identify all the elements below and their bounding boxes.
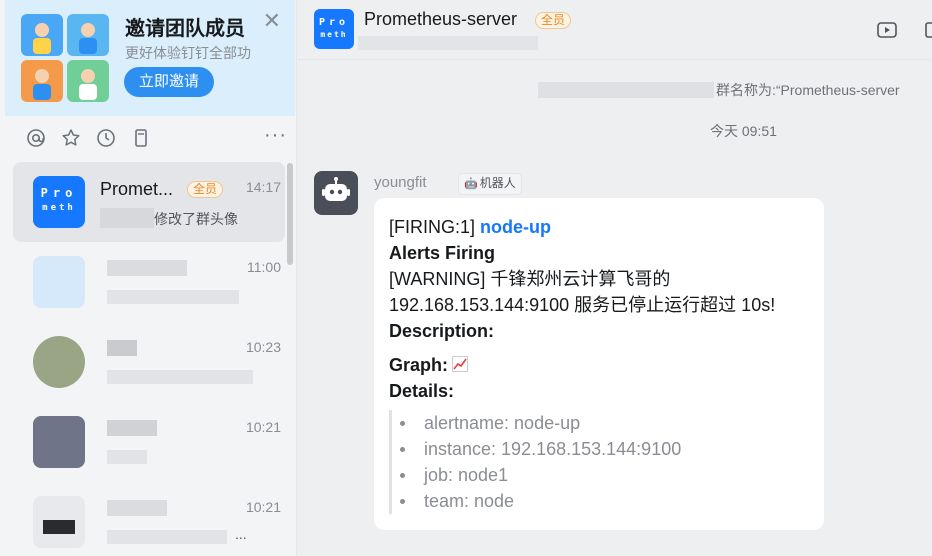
all-staff-badge: 全员	[187, 181, 224, 198]
conversation-list: Pro meth Promet... 全员 14:17 修改了群头像 11:00…	[5, 160, 287, 556]
avatar	[33, 336, 85, 388]
conversation-preview: ...	[235, 526, 247, 542]
invite-banner: 邀请团队成员 更好体验钉钉全部功 立即邀请 ✕	[5, 0, 295, 116]
robot-tag-label: 机器人	[479, 176, 516, 190]
history-icon[interactable]	[95, 128, 117, 150]
chat-title[interactable]: Prometheus-server	[364, 9, 517, 30]
avatar	[33, 496, 85, 548]
warning-line-1: [WARNING] 千锋郑州云计算飞哥的	[389, 269, 671, 289]
conversation-item[interactable]: 10:23	[13, 322, 285, 402]
detail-item: job: node1	[400, 462, 808, 488]
description-label: Description:	[389, 321, 495, 341]
chat-panel: Pro meth Prometheus-server 全员 群名称为:“Prom…	[298, 0, 932, 556]
group-avatar: Pro meth	[33, 176, 85, 228]
blurred-name	[107, 500, 167, 516]
message-timestamp: 今天 09:51	[710, 123, 777, 139]
conversation-time: 10:21	[245, 419, 281, 435]
conversation-item-prometheus[interactable]: Pro meth Promet... 全员 14:17 修改了群头像	[13, 162, 285, 242]
avatar	[33, 416, 85, 468]
details-list: alertname: node-up instance: 192.168.153…	[400, 410, 808, 514]
detail-item: instance: 192.168.153.144:9100	[400, 436, 808, 462]
blurred-notice-prefix	[538, 82, 714, 98]
blurred-preview	[107, 290, 239, 304]
conversation-item[interactable]: 10:21	[13, 402, 285, 482]
blurred-preview	[107, 450, 147, 464]
alert-link[interactable]: node-up	[480, 217, 551, 237]
at-icon[interactable]	[25, 128, 47, 150]
conversation-item[interactable]: 10:21 ...	[13, 482, 285, 556]
sidebar-toolbar: ···	[5, 124, 295, 156]
blurred-name	[107, 420, 157, 436]
chat-header: Pro meth Prometheus-server 全员	[298, 0, 932, 60]
sidebar-scrollbar[interactable]	[287, 163, 293, 265]
robot-icon: 🤖	[464, 178, 478, 190]
firing-prefix: [FIRING:1]	[389, 217, 481, 237]
firing-line: [FIRING:1] node-up	[389, 214, 808, 240]
all-staff-badge: 全员	[535, 12, 572, 29]
more-options-icon[interactable]: ···	[264, 124, 287, 147]
detail-item: team: node	[400, 488, 808, 514]
window-icon[interactable]	[920, 20, 932, 40]
conversation-preview: 修改了群头像	[154, 211, 238, 227]
alert-message-bubble[interactable]: [FIRING:1] node-up Alerts Firing [WARNIN…	[374, 198, 824, 530]
avatar-line-2: meth	[42, 203, 76, 213]
star-icon[interactable]	[60, 128, 82, 150]
robot-avatar[interactable]	[314, 171, 358, 215]
blurred-name	[107, 340, 137, 356]
graph-line: Graph:	[389, 352, 808, 378]
blurred-sender	[100, 208, 154, 228]
avatar	[33, 256, 85, 308]
details-quote: alertname: node-up instance: 192.168.153…	[389, 410, 808, 514]
avatar-line-1: Pro	[40, 186, 78, 200]
blurred-preview	[107, 370, 253, 384]
invite-subtitle: 更好体验钉钉全部功	[125, 45, 251, 61]
conversation-item[interactable]: 11:00	[13, 242, 285, 322]
detail-item: alertname: node-up	[400, 410, 808, 436]
conversation-sidebar: 邀请团队成员 更好体验钉钉全部功 立即邀请 ✕ ··· Pro meth Pro…	[0, 0, 297, 556]
avatar-line-1: Pro	[318, 17, 350, 28]
blurred-preview	[107, 530, 227, 544]
system-notice: 群名称为:“Prometheus-server	[716, 82, 900, 98]
close-icon[interactable]: ✕	[263, 8, 281, 34]
details-label: Details:	[389, 381, 455, 401]
avatar-line-2: meth	[320, 30, 348, 39]
blurred-name	[107, 260, 187, 276]
alerts-heading: Alerts Firing	[389, 243, 496, 263]
graph-label: Graph:	[389, 355, 449, 375]
warning-line-2: 192.168.153.144:9100 服务已停止运行超过 10s!	[389, 295, 776, 315]
invite-now-button[interactable]: 立即邀请	[124, 67, 214, 97]
robot-tag: 🤖 机器人	[458, 173, 522, 195]
chart-increasing-icon[interactable]	[452, 353, 469, 372]
conversation-time: 10:21	[245, 499, 281, 515]
video-icon[interactable]	[876, 20, 900, 40]
conversation-time: 14:17	[245, 179, 281, 195]
group-avatar[interactable]: Pro meth	[314, 9, 354, 49]
conversation-time: 11:00	[247, 259, 281, 275]
sender-name[interactable]: youngfit	[374, 174, 427, 191]
blurred-subtitle	[358, 36, 538, 50]
invite-title: 邀请团队成员	[125, 18, 245, 40]
document-icon[interactable]	[130, 128, 152, 150]
invite-illustration	[21, 14, 109, 102]
conversation-time: 10:23	[245, 339, 281, 355]
conversation-name: Promet...	[100, 179, 174, 199]
